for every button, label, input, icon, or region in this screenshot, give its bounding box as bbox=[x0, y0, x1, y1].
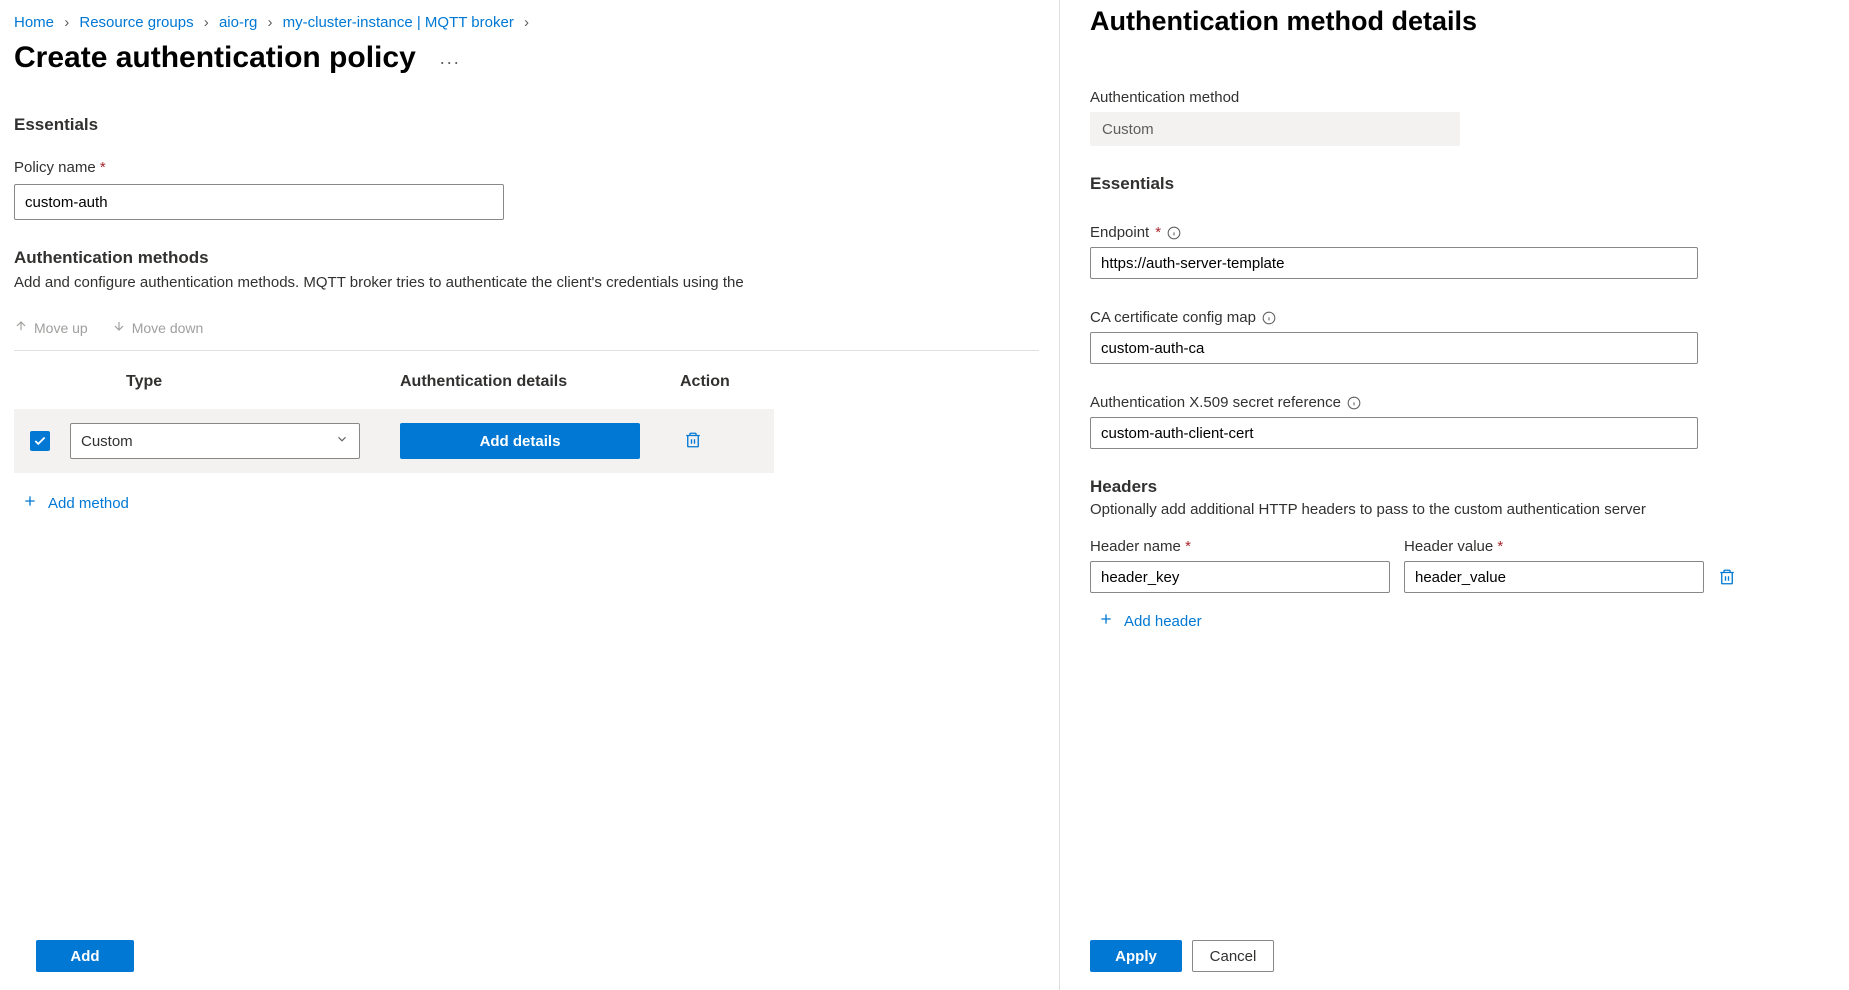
chevron-down-icon bbox=[335, 432, 349, 450]
col-details: Authentication details bbox=[390, 351, 670, 409]
page-title: Create authentication policy bbox=[14, 41, 416, 75]
header-value-input[interactable] bbox=[1404, 561, 1704, 593]
headers-heading: Headers bbox=[1090, 477, 1819, 497]
endpoint-label: Endpoint * bbox=[1090, 224, 1819, 241]
breadcrumb-home[interactable]: Home bbox=[14, 14, 54, 31]
table-row: Custom Add details bbox=[14, 409, 774, 473]
chevron-right-icon: › bbox=[524, 14, 529, 31]
policy-name-input[interactable] bbox=[14, 184, 504, 220]
breadcrumb-resource-groups[interactable]: Resource groups bbox=[79, 14, 193, 31]
x509-input[interactable] bbox=[1090, 417, 1698, 449]
trash-icon bbox=[684, 431, 702, 452]
move-down-button[interactable]: Move down bbox=[112, 319, 204, 336]
auth-methods-description: Add and configure authentication methods… bbox=[14, 274, 1039, 291]
info-icon[interactable] bbox=[1347, 396, 1361, 410]
panel-essentials-heading: Essentials bbox=[1090, 174, 1819, 194]
arrow-down-icon bbox=[112, 319, 126, 336]
cancel-button[interactable]: Cancel bbox=[1192, 940, 1274, 972]
plus-icon bbox=[1098, 611, 1114, 631]
row-checkbox[interactable] bbox=[30, 431, 50, 451]
chevron-right-icon: › bbox=[64, 14, 69, 31]
apply-button[interactable]: Apply bbox=[1090, 940, 1182, 972]
col-action: Action bbox=[670, 351, 774, 409]
policy-name-label: Policy name * bbox=[14, 159, 1039, 176]
ca-cert-input[interactable] bbox=[1090, 332, 1698, 364]
delete-header-button[interactable] bbox=[1718, 568, 1736, 593]
breadcrumb-aio-rg[interactable]: aio-rg bbox=[219, 14, 257, 31]
add-header-button[interactable]: Add header bbox=[1098, 611, 1202, 631]
info-icon[interactable] bbox=[1262, 311, 1276, 325]
chevron-right-icon: › bbox=[267, 14, 272, 31]
essentials-heading: Essentials bbox=[14, 115, 1039, 135]
info-icon[interactable] bbox=[1167, 226, 1181, 240]
header-value-label: Header value * bbox=[1404, 538, 1704, 555]
move-up-button[interactable]: Move up bbox=[14, 319, 88, 336]
x509-label: Authentication X.509 secret reference bbox=[1090, 394, 1819, 411]
chevron-right-icon: › bbox=[204, 14, 209, 31]
auth-methods-heading: Authentication methods bbox=[14, 248, 1039, 268]
ca-cert-label: CA certificate config map bbox=[1090, 309, 1819, 326]
col-type: Type bbox=[60, 351, 390, 409]
breadcrumb-cluster-instance[interactable]: my-cluster-instance | MQTT broker bbox=[283, 14, 514, 31]
panel-title: Authentication method details bbox=[1090, 6, 1819, 37]
arrow-up-icon bbox=[14, 319, 28, 336]
delete-row-button[interactable] bbox=[680, 427, 706, 456]
type-dropdown[interactable]: Custom bbox=[70, 423, 360, 459]
breadcrumb: Home › Resource groups › aio-rg › my-clu… bbox=[14, 10, 1039, 41]
main-content: Home › Resource groups › aio-rg › my-clu… bbox=[0, 0, 1059, 990]
header-name-input[interactable] bbox=[1090, 561, 1390, 593]
auth-methods-table: Type Authentication details Action Custo… bbox=[14, 351, 774, 473]
add-details-button[interactable]: Add details bbox=[400, 423, 640, 459]
auth-method-readonly: Custom bbox=[1090, 112, 1460, 146]
trash-icon bbox=[1718, 573, 1736, 589]
add-button[interactable]: Add bbox=[36, 940, 134, 972]
details-panel: Authentication method details Authentica… bbox=[1059, 0, 1849, 990]
add-method-button[interactable]: Add method bbox=[22, 493, 129, 513]
more-actions-button[interactable]: ... bbox=[436, 44, 465, 73]
header-name-label: Header name * bbox=[1090, 538, 1390, 555]
endpoint-input[interactable] bbox=[1090, 247, 1698, 279]
auth-method-label: Authentication method bbox=[1090, 89, 1819, 106]
headers-description: Optionally add additional HTTP headers t… bbox=[1090, 501, 1819, 518]
plus-icon bbox=[22, 493, 38, 513]
